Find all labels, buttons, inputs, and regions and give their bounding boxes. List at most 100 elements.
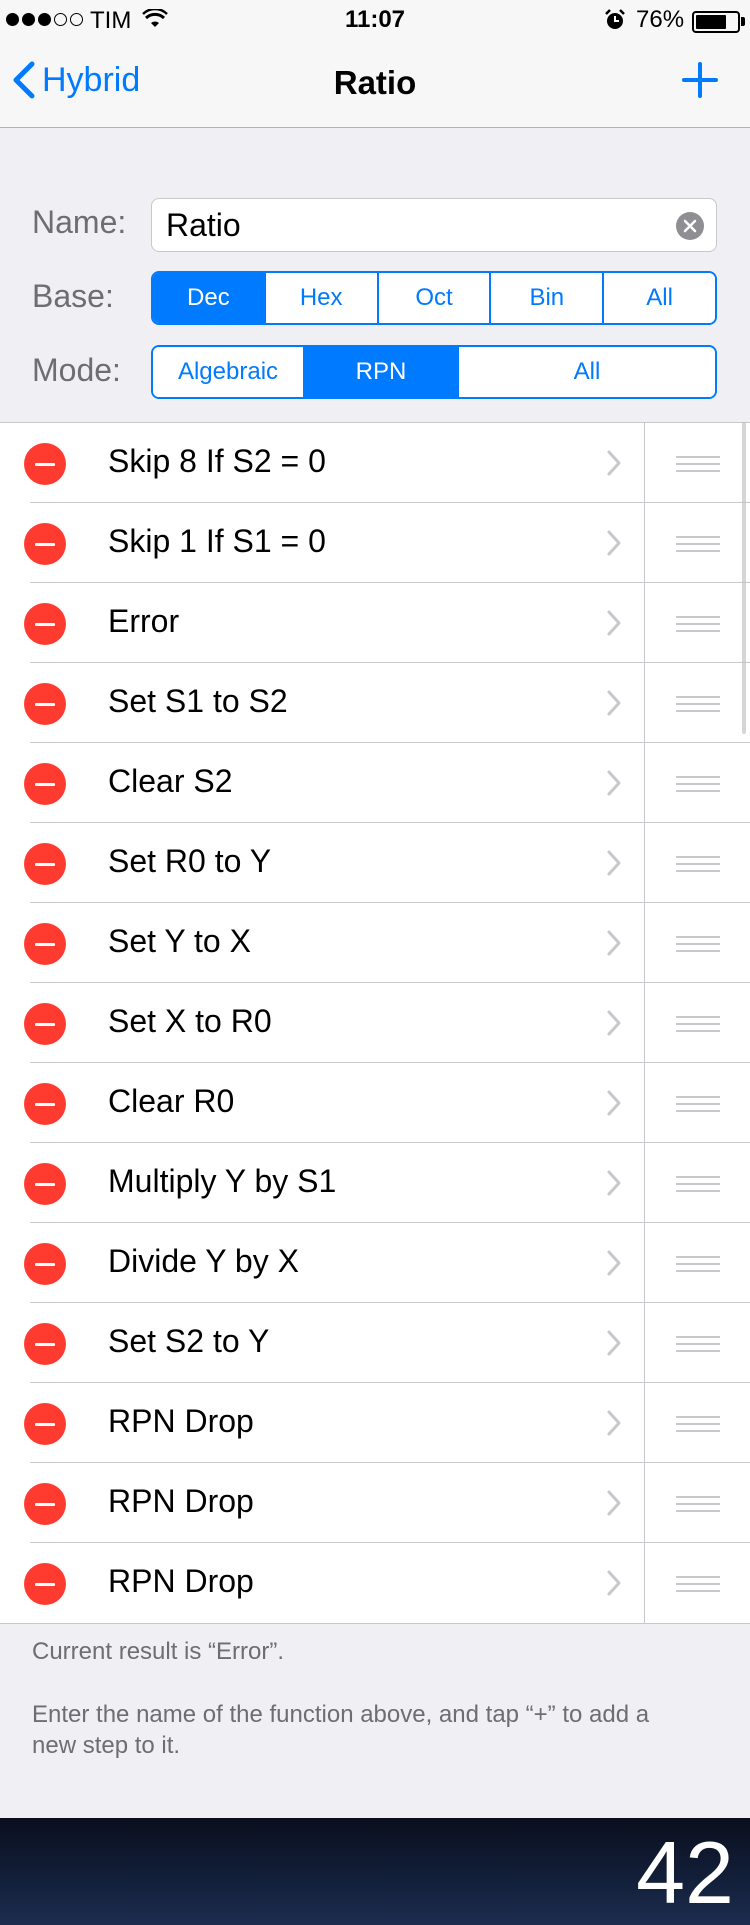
reorder-handle-icon[interactable] [676,856,720,877]
reorder-handle-icon[interactable] [676,616,720,637]
step-row[interactable]: Clear S2 [0,743,750,823]
steps-list: Skip 8 If S2 = 0 Skip 1 If S1 = 0 Error Set… [0,422,750,1624]
delete-step-button[interactable] [24,843,66,885]
base-option-oct[interactable]: Oct [378,273,492,323]
base-option-hex[interactable]: Hex [265,273,379,323]
step-row[interactable]: Skip 8 If S2 = 0 [0,423,750,503]
delete-step-button[interactable] [24,1003,66,1045]
step-row[interactable]: RPN Drop [0,1383,750,1463]
close-icon [683,219,697,233]
mode-option-rpn[interactable]: RPN [305,347,459,397]
step-label: RPN Drop [108,1483,254,1519]
mode-label: Mode: [32,352,121,388]
reorder-handle-icon[interactable] [676,456,720,477]
row-divider [644,1543,645,1623]
row-divider [644,1303,645,1383]
step-row[interactable]: Multiply Y by S1 [0,1143,750,1223]
delete-step-button[interactable] [24,763,66,805]
delete-step-button[interactable] [24,443,66,485]
step-label: Clear R0 [108,1083,235,1119]
step-label: Multiply Y by S1 [108,1163,337,1199]
chevron-right-icon [606,1569,622,1602]
step-row[interactable]: Skip 1 If S1 = 0 [0,503,750,583]
step-label: Skip 8 If S2 = 0 [108,443,326,479]
reorder-handle-icon[interactable] [676,1256,720,1277]
add-step-button[interactable] [680,60,720,105]
chevron-right-icon [606,1009,622,1042]
chevron-right-icon [606,529,622,562]
delete-step-button[interactable] [24,1163,66,1205]
minus-icon [35,1502,55,1506]
reorder-handle-icon[interactable] [676,1176,720,1197]
step-label: Set S2 to Y [108,1323,270,1359]
minus-icon [35,942,55,946]
step-row[interactable]: Set R0 to Y [0,823,750,903]
reorder-handle-icon[interactable] [676,1336,720,1357]
reorder-handle-icon[interactable] [676,936,720,957]
mode-option-algebraic[interactable]: Algebraic [153,347,305,397]
function-settings-form: Name: Ratio Base: Dec Hex Oct Bin All Mode: … [0,129,750,422]
step-row[interactable]: Set X to R0 [0,983,750,1063]
delete-step-button[interactable] [24,1403,66,1445]
step-label: RPN Drop [108,1403,254,1439]
reorder-handle-icon[interactable] [676,1416,720,1437]
delete-step-button[interactable] [24,1243,66,1285]
step-label: Set R0 to Y [108,843,272,879]
chevron-right-icon [606,1489,622,1522]
step-label: Skip 1 If S1 = 0 [108,523,326,559]
delete-step-button[interactable] [24,1083,66,1125]
reorder-handle-icon[interactable] [676,1576,720,1597]
step-label: Set Y to X [108,923,251,959]
hint-text: Enter the name of the function above, an… [32,1701,650,1759]
delete-step-button[interactable] [24,1483,66,1525]
step-row[interactable]: Set S1 to S2 [0,663,750,743]
delete-step-button[interactable] [24,923,66,965]
step-row[interactable]: Set S2 to Y [0,1303,750,1383]
step-row[interactable]: RPN Drop [0,1543,750,1623]
row-divider [644,1383,645,1463]
chevron-right-icon [606,1249,622,1282]
step-row[interactable]: Error [0,583,750,663]
minus-icon [35,622,55,626]
step-row[interactable]: Clear R0 [0,1063,750,1143]
scroll-indicator[interactable] [742,422,746,734]
clear-text-button[interactable] [676,212,704,240]
minus-icon [35,462,55,466]
step-row[interactable]: RPN Drop [0,1463,750,1543]
plus-icon [682,62,718,98]
delete-step-button[interactable] [24,1563,66,1605]
mode-option-all[interactable]: All [459,347,715,397]
row-divider [644,903,645,983]
base-option-bin[interactable]: Bin [491,273,605,323]
battery-percent: 76% [636,6,685,33]
chevron-right-icon [606,929,622,962]
base-option-dec[interactable]: Dec [153,273,266,323]
name-field[interactable]: Ratio [151,198,717,252]
delete-step-button[interactable] [24,1323,66,1365]
name-field-value: Ratio [166,206,241,243]
minus-icon [35,702,55,706]
mode-segmented-control: Algebraic RPN All [151,345,717,399]
delete-step-button[interactable] [24,603,66,645]
chevron-right-icon [606,609,622,642]
row-divider [644,823,645,903]
step-label: Set X to R0 [108,1003,272,1039]
reorder-handle-icon[interactable] [676,1096,720,1117]
step-row[interactable]: Divide Y by X [0,1223,750,1303]
delete-step-button[interactable] [24,523,66,565]
base-option-all[interactable]: All [604,273,715,323]
reorder-handle-icon[interactable] [676,1016,720,1037]
chevron-right-icon [606,1089,622,1122]
name-label: Name: [32,204,127,240]
reorder-handle-icon[interactable] [676,696,720,717]
row-divider [644,1223,645,1303]
battery-icon [692,11,740,33]
step-label: Divide Y by X [108,1243,299,1279]
delete-step-button[interactable] [24,683,66,725]
step-label: Clear S2 [108,763,233,799]
reorder-handle-icon[interactable] [676,1496,720,1517]
minus-icon [35,1262,55,1266]
reorder-handle-icon[interactable] [676,536,720,557]
step-row[interactable]: Set Y to X [0,903,750,983]
reorder-handle-icon[interactable] [676,776,720,797]
